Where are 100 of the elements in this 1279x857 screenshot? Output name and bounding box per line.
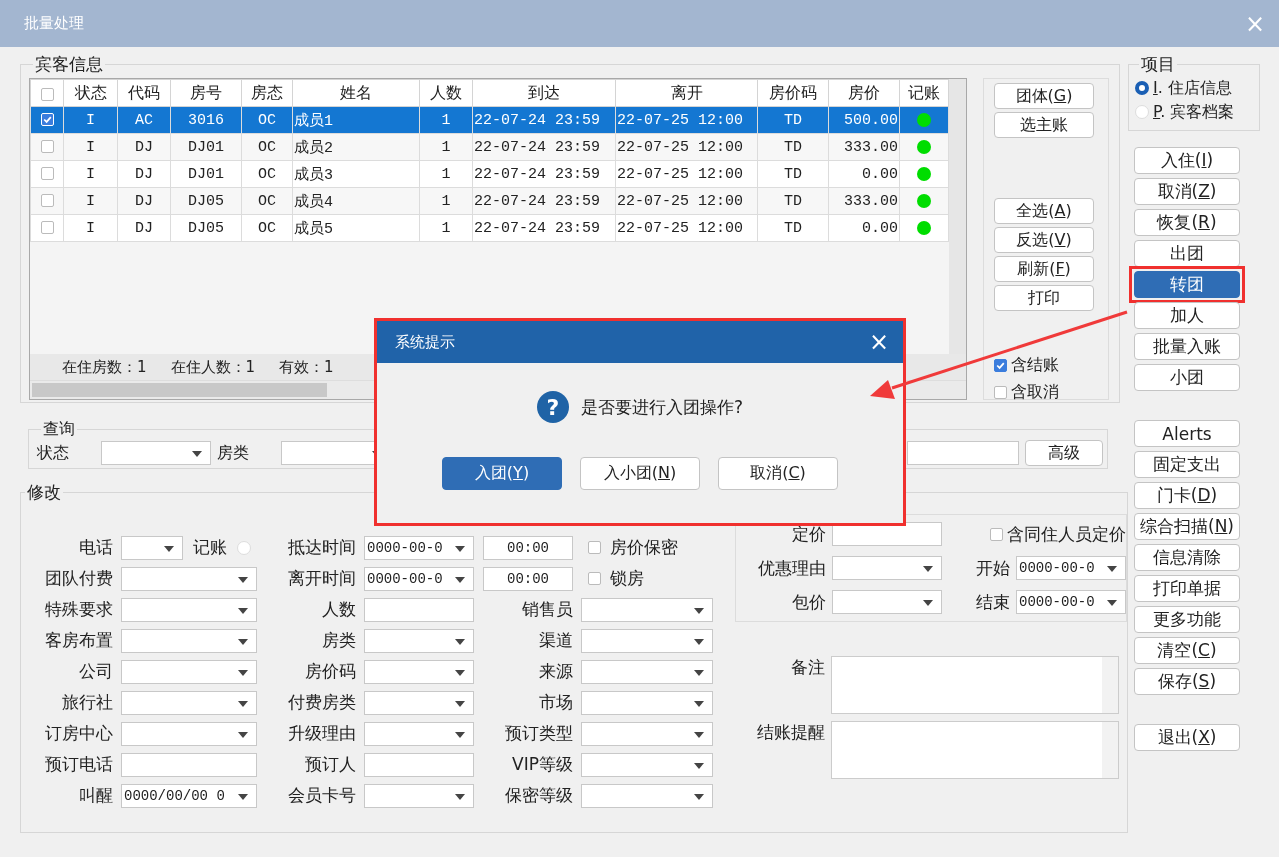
- dropdown-field[interactable]: [832, 556, 942, 580]
- caret-icon: [455, 731, 465, 738]
- search-field[interactable]: [907, 441, 1019, 465]
- column-header[interactable]: 房态: [241, 79, 293, 107]
- side-button[interactable]: 打印: [994, 285, 1094, 311]
- action-button[interactable]: 保存(S): [1134, 668, 1240, 695]
- action-button[interactable]: 加人: [1134, 302, 1240, 329]
- dropdown-field[interactable]: [581, 721, 713, 746]
- text-area[interactable]: [831, 721, 1119, 779]
- checkbox[interactable]: [40, 194, 54, 208]
- action-button[interactable]: 入住(I): [1134, 147, 1240, 174]
- table-cell: 22-07-24 23:59: [474, 111, 601, 129]
- dropdown-field[interactable]: [832, 590, 942, 614]
- side-button[interactable]: 团体(G): [994, 83, 1094, 109]
- text-area[interactable]: [831, 656, 1119, 714]
- column-header[interactable]: 房价: [828, 79, 900, 107]
- dropdown-field[interactable]: [364, 628, 474, 653]
- column-header[interactable]: 记账: [899, 79, 949, 107]
- action-button[interactable]: Alerts: [1134, 420, 1240, 447]
- side-button[interactable]: 反选(V): [994, 227, 1094, 253]
- advanced-button[interactable]: 高级: [1025, 440, 1103, 466]
- dropdown-field[interactable]: [121, 690, 257, 715]
- action-button[interactable]: 小团: [1134, 364, 1240, 391]
- time-field[interactable]: 00:00: [483, 566, 573, 591]
- column-header[interactable]: 姓名: [292, 79, 420, 107]
- column-header[interactable]: 房价码: [757, 79, 829, 107]
- side-button[interactable]: 选主账: [994, 112, 1094, 138]
- dialog-title: 系统提示: [395, 332, 455, 352]
- checkbox[interactable]: [40, 167, 54, 181]
- checkbox[interactable]: [40, 87, 54, 101]
- dropdown-field[interactable]: [101, 441, 211, 465]
- date-field[interactable]: 0000-00-0: [364, 535, 474, 560]
- column-header[interactable]: 代码: [117, 79, 171, 107]
- column-header[interactable]: 离开: [615, 79, 758, 107]
- action-button[interactable]: 退出(X): [1134, 724, 1240, 751]
- dropdown-field[interactable]: [581, 659, 713, 684]
- side-button[interactable]: 刷新(F): [994, 256, 1094, 282]
- dropdown-field[interactable]: [581, 597, 713, 622]
- dropdown-field[interactable]: 0000-00-0: [1016, 590, 1126, 614]
- radio-button[interactable]: [1135, 81, 1149, 95]
- dialog-button[interactable]: 取消(C): [718, 457, 838, 490]
- field-value: 0000-00-0: [1018, 560, 1095, 576]
- time-field[interactable]: 00:00: [483, 535, 573, 560]
- dropdown-field[interactable]: [121, 721, 257, 746]
- action-button[interactable]: 综合扫描(N): [1134, 513, 1240, 540]
- text-field[interactable]: [121, 752, 257, 777]
- dropdown-field[interactable]: 0000-00-0: [1016, 556, 1126, 580]
- action-button[interactable]: 打印单据: [1134, 575, 1240, 602]
- action-button[interactable]: 取消(Z): [1134, 178, 1240, 205]
- action-button[interactable]: 信息清除: [1134, 544, 1240, 571]
- action-button[interactable]: 批量入账: [1134, 333, 1240, 360]
- dropdown-field[interactable]: [364, 721, 474, 746]
- dropdown-field[interactable]: [364, 659, 474, 684]
- dropdown-field[interactable]: [581, 783, 713, 808]
- column-header[interactable]: 人数: [419, 79, 473, 107]
- column-header[interactable]: 到达: [472, 79, 616, 107]
- dropdown-field[interactable]: [364, 690, 474, 715]
- checkbox[interactable]: [994, 386, 1007, 399]
- field-label: 状态: [37, 442, 70, 464]
- action-button[interactable]: 门卡(D): [1134, 482, 1240, 509]
- scrollbar-track[interactable]: [949, 79, 966, 354]
- text-field[interactable]: [364, 752, 474, 777]
- action-button[interactable]: 固定支出: [1134, 451, 1240, 478]
- checkbox[interactable]: [40, 140, 54, 154]
- checkbox[interactable]: [588, 541, 601, 554]
- date-field[interactable]: 0000-00-0: [364, 566, 474, 591]
- dropdown-field[interactable]: [581, 690, 713, 715]
- dialog-button[interactable]: 入小团(N): [580, 457, 700, 490]
- close-button[interactable]: ×: [868, 328, 889, 356]
- column-header[interactable]: 房号: [170, 79, 242, 107]
- column-header[interactable]: 状态: [63, 79, 118, 107]
- text-field[interactable]: [364, 597, 474, 622]
- action-button[interactable]: 更多功能: [1134, 606, 1240, 633]
- checkbox[interactable]: [40, 221, 54, 235]
- dropdown-field[interactable]: [121, 597, 257, 622]
- group-title: 修改: [26, 481, 62, 504]
- field-value: 0000/00/00 0: [123, 787, 225, 804]
- caret-icon: [455, 576, 465, 583]
- checkbox[interactable]: [990, 527, 1003, 541]
- dropdown-field[interactable]: [364, 783, 474, 808]
- caret-icon: [238, 793, 248, 800]
- dropdown-field[interactable]: [121, 659, 257, 684]
- table-cell: AC: [135, 111, 153, 129]
- dropdown-field[interactable]: [581, 752, 713, 777]
- dropdown-field[interactable]: [581, 628, 713, 653]
- caret-icon: [694, 669, 704, 676]
- field-label: 旅行社: [61, 691, 113, 714]
- action-button[interactable]: 清空(C): [1134, 637, 1240, 664]
- side-button[interactable]: 全选(A): [994, 198, 1094, 224]
- action-button[interactable]: 转团: [1134, 271, 1240, 298]
- dropdown-field[interactable]: 0000/00/00 0: [121, 783, 257, 808]
- dialog-button[interactable]: 入团(Y): [442, 457, 562, 490]
- scroll-thumb[interactable]: [32, 383, 327, 397]
- dropdown-field[interactable]: [121, 566, 257, 591]
- action-button[interactable]: 恢复(R): [1134, 209, 1240, 236]
- action-button[interactable]: 出团: [1134, 240, 1240, 267]
- checkbox[interactable]: [588, 572, 601, 585]
- dropdown-field[interactable]: [121, 628, 257, 653]
- checkbox[interactable]: [994, 359, 1007, 372]
- dropdown-field[interactable]: [121, 535, 183, 560]
